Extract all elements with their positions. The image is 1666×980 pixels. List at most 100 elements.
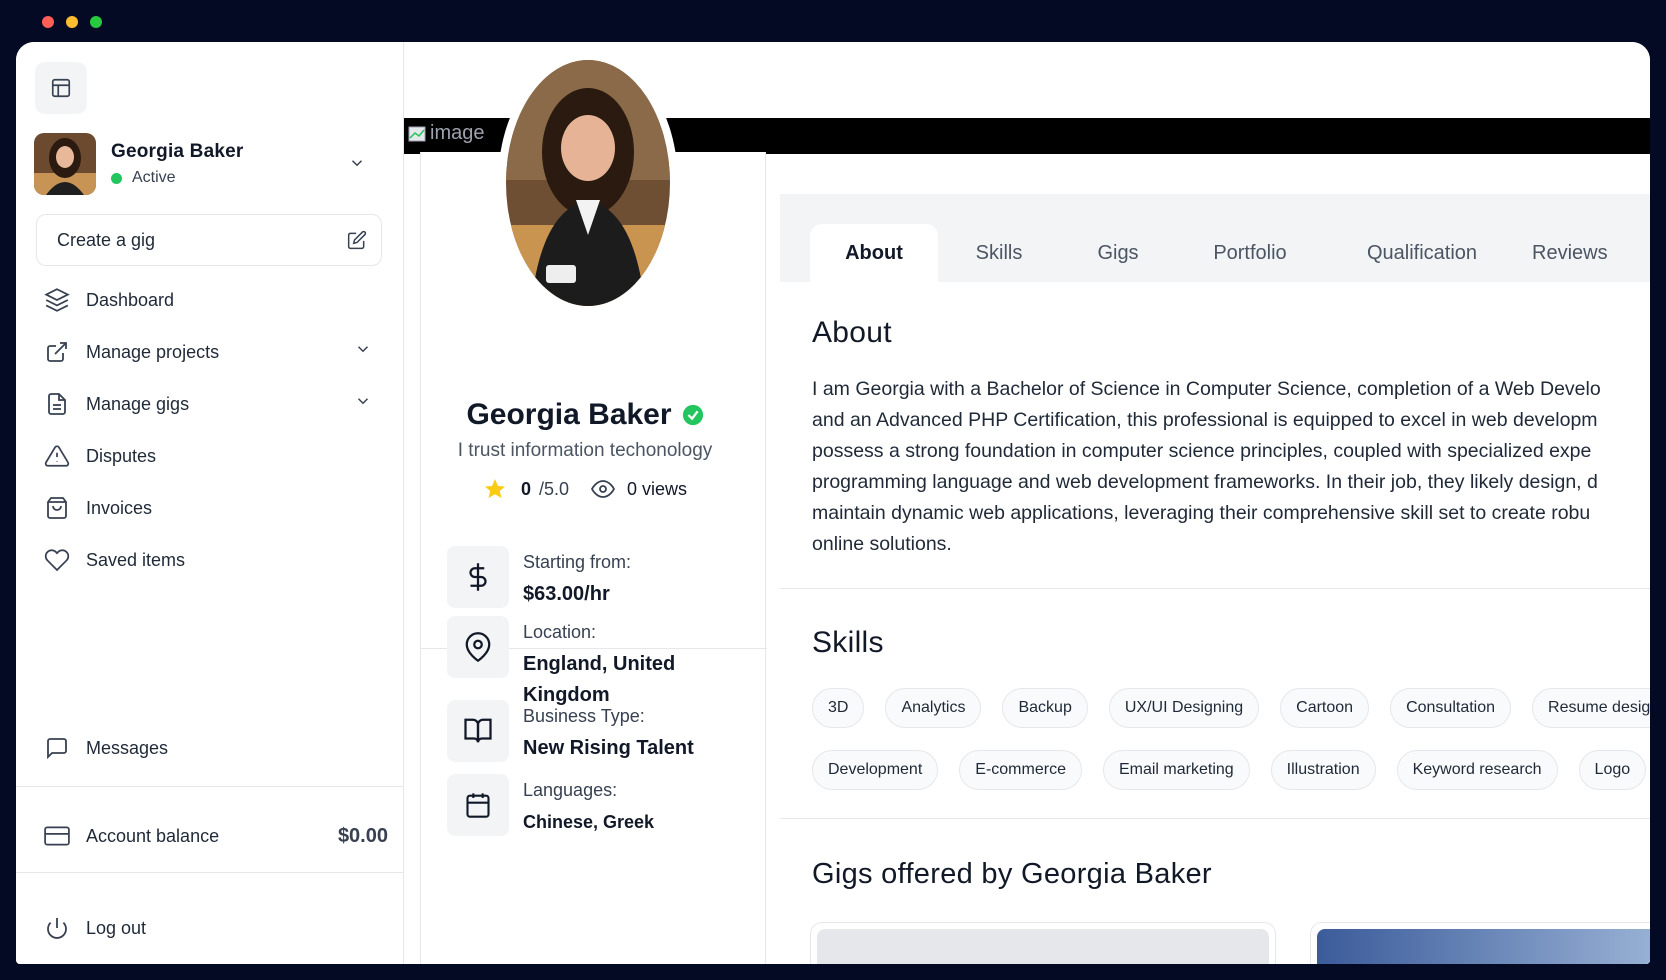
sidebar-item-messages[interactable]: Messages [42,722,382,774]
sidebar-item-saved-items[interactable]: Saved items [42,534,382,586]
window-controls [42,16,102,28]
user-status: Active [111,169,244,187]
detail-rate: Starting from: $63.00/hr [447,546,747,610]
browser-window: Georgia Baker Active Create a gig Dashbo… [16,42,1650,964]
tab-about[interactable]: About [810,224,938,282]
detail-location: Location: England, United Kingdom [447,616,747,711]
create-gig-label: Create a gig [57,229,156,250]
profile-photo [498,52,678,314]
skill-chip[interactable]: Resume design [1532,688,1650,728]
sidebar-item-label: Invoices [86,497,153,518]
verified-badge-icon [682,404,703,426]
skill-chip[interactable]: 3D [812,688,865,728]
profile-tagline: I trust information techonology [457,440,713,461]
sidebar-item-manage-projects[interactable]: Manage projects [42,326,382,378]
sidebar-item-manage-gigs[interactable]: Manage gigs [42,378,382,430]
skill-chip[interactable]: Logo [1578,750,1647,790]
sidebar-item-label: Manage gigs [86,393,190,414]
star-icon [484,479,505,498]
cover-image-alt: image [408,122,484,145]
skill-chip[interactable]: E-commerce [959,750,1082,790]
sidebar-item-label: Dashboard [86,289,175,310]
close-window-button[interactable] [42,16,54,28]
gigs-title: Gigs offered by Georgia Baker [812,858,1212,890]
rating-value: 0 [520,478,531,499]
account-balance-value: $0.00 [337,824,388,847]
skills-row: Development E-commerce Email marketing I… [812,750,1650,790]
profile-name: Georgia Baker [466,398,672,431]
sidebar-item-disputes[interactable]: Disputes [42,430,382,482]
detail-languages: Languages: Chinese, Greek [447,774,747,838]
gig-card-image [817,929,1269,964]
account-balance[interactable]: Account balance $0.00 [42,810,388,862]
sidebar: Georgia Baker Active Create a gig Dashbo… [16,42,404,964]
minimize-window-button[interactable] [66,16,78,28]
sidebar-nav: Dashboard Manage projects Manage gigs Di… [42,274,382,586]
tab-reviews[interactable]: Reviews [1532,224,1632,282]
status-dot-icon [111,172,122,184]
layout-icon [51,78,71,98]
sidebar-toggle-button[interactable] [35,62,87,114]
external-link-icon [47,342,67,362]
heart-icon [44,549,70,572]
power-icon [47,918,67,939]
chevron-down-icon[interactable] [354,392,372,410]
sidebar-item-invoices[interactable]: Invoices [42,482,382,534]
avatar [34,133,96,195]
profile-content: About Skills Gigs Portfolio Qualificatio… [780,194,1650,964]
book-open-icon [464,718,492,743]
detail-business-type: Business Type: New Rising Talent [447,700,747,764]
skill-chip[interactable]: Consultation [1390,688,1512,728]
eye-icon [591,480,615,498]
tab-skills[interactable]: Skills [956,224,1042,282]
sidebar-item-label: Messages [86,737,169,758]
logout-button[interactable]: Log out [42,902,382,954]
skill-chip[interactable]: Cartoon [1280,688,1370,728]
tab-bar: About Skills Gigs Portfolio Qualificatio… [780,194,1650,282]
user-status-label: Active [132,169,176,186]
sidebar-item-dashboard[interactable]: Dashboard [42,274,382,326]
profile-name-row: Georgia Baker [404,398,766,432]
app-frame: Georgia Baker Active Create a gig Dashbo… [0,0,1666,980]
logout-label: Log out [86,917,147,938]
main-content: image Starting from: $63.00/hr Location: E… [404,42,1650,964]
calendar-icon [466,793,490,818]
skill-chip[interactable]: Email marketing [1102,750,1250,790]
dollar-icon [469,563,487,591]
skill-chip[interactable]: Keyword research [1396,750,1558,790]
gig-card[interactable] [1310,922,1650,964]
user-switcher[interactable]: Georgia Baker Active [34,132,374,196]
chevron-down-icon[interactable] [348,154,366,172]
views-count: 0 views [627,478,688,499]
message-icon [47,738,67,760]
tab-portfolio[interactable]: Portfolio [1190,224,1310,282]
tab-qualification[interactable]: Qualification [1342,224,1502,282]
skill-chip[interactable]: Development [812,750,939,790]
about-title: About [812,316,892,349]
skill-chip[interactable]: Analytics [885,688,982,728]
create-gig-button[interactable]: Create a gig [36,214,382,266]
edit-icon [347,230,367,250]
sidebar-item-label: Manage projects [86,341,220,362]
maximize-window-button[interactable] [90,16,102,28]
document-icon [48,393,66,415]
skills-title: Skills [812,626,884,659]
account-balance-label: Account balance [86,825,220,846]
map-pin-icon [465,632,491,662]
credit-card-icon [44,826,70,846]
warning-icon [44,445,70,467]
profile-stats: 0 /5.0 0 views [404,477,766,501]
gig-card-image [1317,929,1650,964]
skill-chip[interactable]: Backup [1002,688,1088,728]
skill-chip[interactable]: Illustration [1270,750,1376,790]
about-text: I am Georgia with a Bachelor of Science … [812,378,1601,555]
divider [780,588,1650,589]
tab-gigs[interactable]: Gigs [1078,224,1158,282]
sidebar-item-label: Disputes [86,445,157,466]
shopping-bag-icon [47,497,67,519]
rating-max: /5.0 [538,478,569,499]
gig-card[interactable] [810,922,1276,964]
chevron-down-icon[interactable] [354,340,372,358]
skill-chip[interactable]: UX/UI Designing [1108,688,1260,728]
skills-row: 3D Analytics Backup UX/UI Designing Cart… [812,688,1650,728]
